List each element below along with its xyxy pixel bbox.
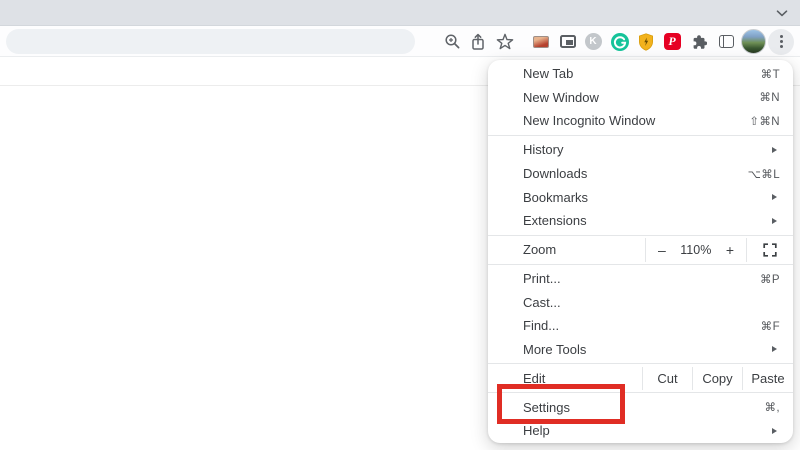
menu-item-label: Bookmarks <box>523 190 772 205</box>
menu-item-cast[interactable]: Cast... <box>488 290 793 314</box>
menu-item-bookmarks[interactable]: Bookmarks <box>488 185 793 209</box>
side-panel-icon[interactable] <box>714 29 738 54</box>
pinterest-icon[interactable]: P <box>660 29 684 54</box>
menu-item-shortcut: ⌘N <box>759 90 780 104</box>
menu-item-label: New Incognito Window <box>523 113 749 128</box>
paste-button[interactable]: Paste <box>742 367 793 391</box>
menu-separator <box>488 264 793 265</box>
submenu-arrow-icon <box>772 428 777 434</box>
menu-item-label: New Window <box>523 90 759 105</box>
gold-shield-extension-icon[interactable] <box>634 29 658 54</box>
menu-separator <box>488 135 793 136</box>
zoom-controls: – 110% + <box>645 238 747 262</box>
menu-item-label: Downloads <box>523 166 748 181</box>
menu-item-label: Settings <box>523 400 765 415</box>
menu-item-shortcut: ⌘F <box>761 319 780 333</box>
profile-avatar[interactable] <box>740 29 766 54</box>
menu-item-settings[interactable]: Settings ⌘, <box>488 396 793 420</box>
menu-item-more-tools[interactable]: More Tools <box>488 338 793 362</box>
zoom-in-icon[interactable] <box>440 29 464 54</box>
menu-item-shortcut: ⌘, <box>765 400 781 414</box>
menu-item-zoom: Zoom – 110% + <box>488 238 793 262</box>
picture-in-picture-icon[interactable] <box>556 29 580 54</box>
menu-item-new-tab[interactable]: New Tab ⌘T <box>488 62 793 86</box>
menu-item-shortcut: ⌘T <box>761 67 780 81</box>
cut-button[interactable]: Cut <box>642 367 692 391</box>
address-bar[interactable] <box>6 29 415 54</box>
menu-item-shortcut: ⌥⌘L <box>748 167 780 181</box>
chrome-menu: New Tab ⌘T New Window ⌘N New Incognito W… <box>488 60 793 443</box>
menu-item-find[interactable]: Find... ⌘F <box>488 314 793 338</box>
k-badge-extension-icon[interactable]: K <box>581 29 605 54</box>
zoom-in-button[interactable]: + <box>726 243 734 257</box>
browser-menu-button[interactable] <box>768 29 794 54</box>
grammarly-icon[interactable] <box>608 29 632 54</box>
extensions-puzzle-icon[interactable] <box>687 29 711 54</box>
zoom-level-value: 110% <box>680 243 711 257</box>
tab-strip <box>0 0 800 26</box>
zoom-out-button[interactable]: – <box>658 243 666 257</box>
menu-item-label: Find... <box>523 318 761 333</box>
pinterest-letter: P <box>668 34 675 49</box>
fullscreen-button[interactable] <box>747 238 793 262</box>
menu-item-edit: Edit Cut Copy Paste <box>488 367 793 391</box>
three-dot-menu-icon[interactable] <box>768 29 794 55</box>
submenu-arrow-icon <box>772 194 777 200</box>
edit-label: Edit <box>488 367 642 391</box>
menu-item-new-window[interactable]: New Window ⌘N <box>488 86 793 110</box>
submenu-arrow-icon <box>772 218 777 224</box>
menu-separator <box>488 392 793 393</box>
menu-item-label: New Tab <box>523 66 761 81</box>
zoom-label: Zoom <box>488 238 645 262</box>
menu-item-label: Extensions <box>523 213 772 228</box>
menu-item-history[interactable]: History <box>488 138 793 162</box>
submenu-arrow-icon <box>772 346 777 352</box>
browser-window: K P <box>0 0 800 450</box>
screenshot-extension-icon[interactable] <box>529 29 553 54</box>
menu-item-help[interactable]: Help <box>488 419 793 443</box>
menu-item-print[interactable]: Print... ⌘P <box>488 267 793 291</box>
copy-button[interactable]: Copy <box>692 367 742 391</box>
browser-toolbar: K P <box>0 26 800 57</box>
fullscreen-icon <box>763 243 777 257</box>
menu-separator <box>488 235 793 236</box>
menu-item-extensions[interactable]: Extensions <box>488 209 793 233</box>
share-icon[interactable] <box>466 29 490 54</box>
submenu-arrow-icon <box>772 147 777 153</box>
bookmark-star-icon[interactable] <box>493 29 517 54</box>
menu-item-label: Cast... <box>523 295 780 310</box>
menu-item-downloads[interactable]: Downloads ⌥⌘L <box>488 162 793 186</box>
menu-item-new-incognito-window[interactable]: New Incognito Window ⇧⌘N <box>488 109 793 133</box>
menu-item-label: Print... <box>523 271 760 286</box>
menu-separator <box>488 363 793 364</box>
k-badge-letter: K <box>589 36 596 47</box>
menu-item-shortcut: ⇧⌘N <box>749 114 780 128</box>
menu-item-label: More Tools <box>523 342 772 357</box>
chevron-down-icon[interactable] <box>775 7 789 19</box>
menu-item-label: Help <box>523 423 772 438</box>
menu-item-label: History <box>523 142 772 157</box>
menu-item-shortcut: ⌘P <box>760 272 780 286</box>
